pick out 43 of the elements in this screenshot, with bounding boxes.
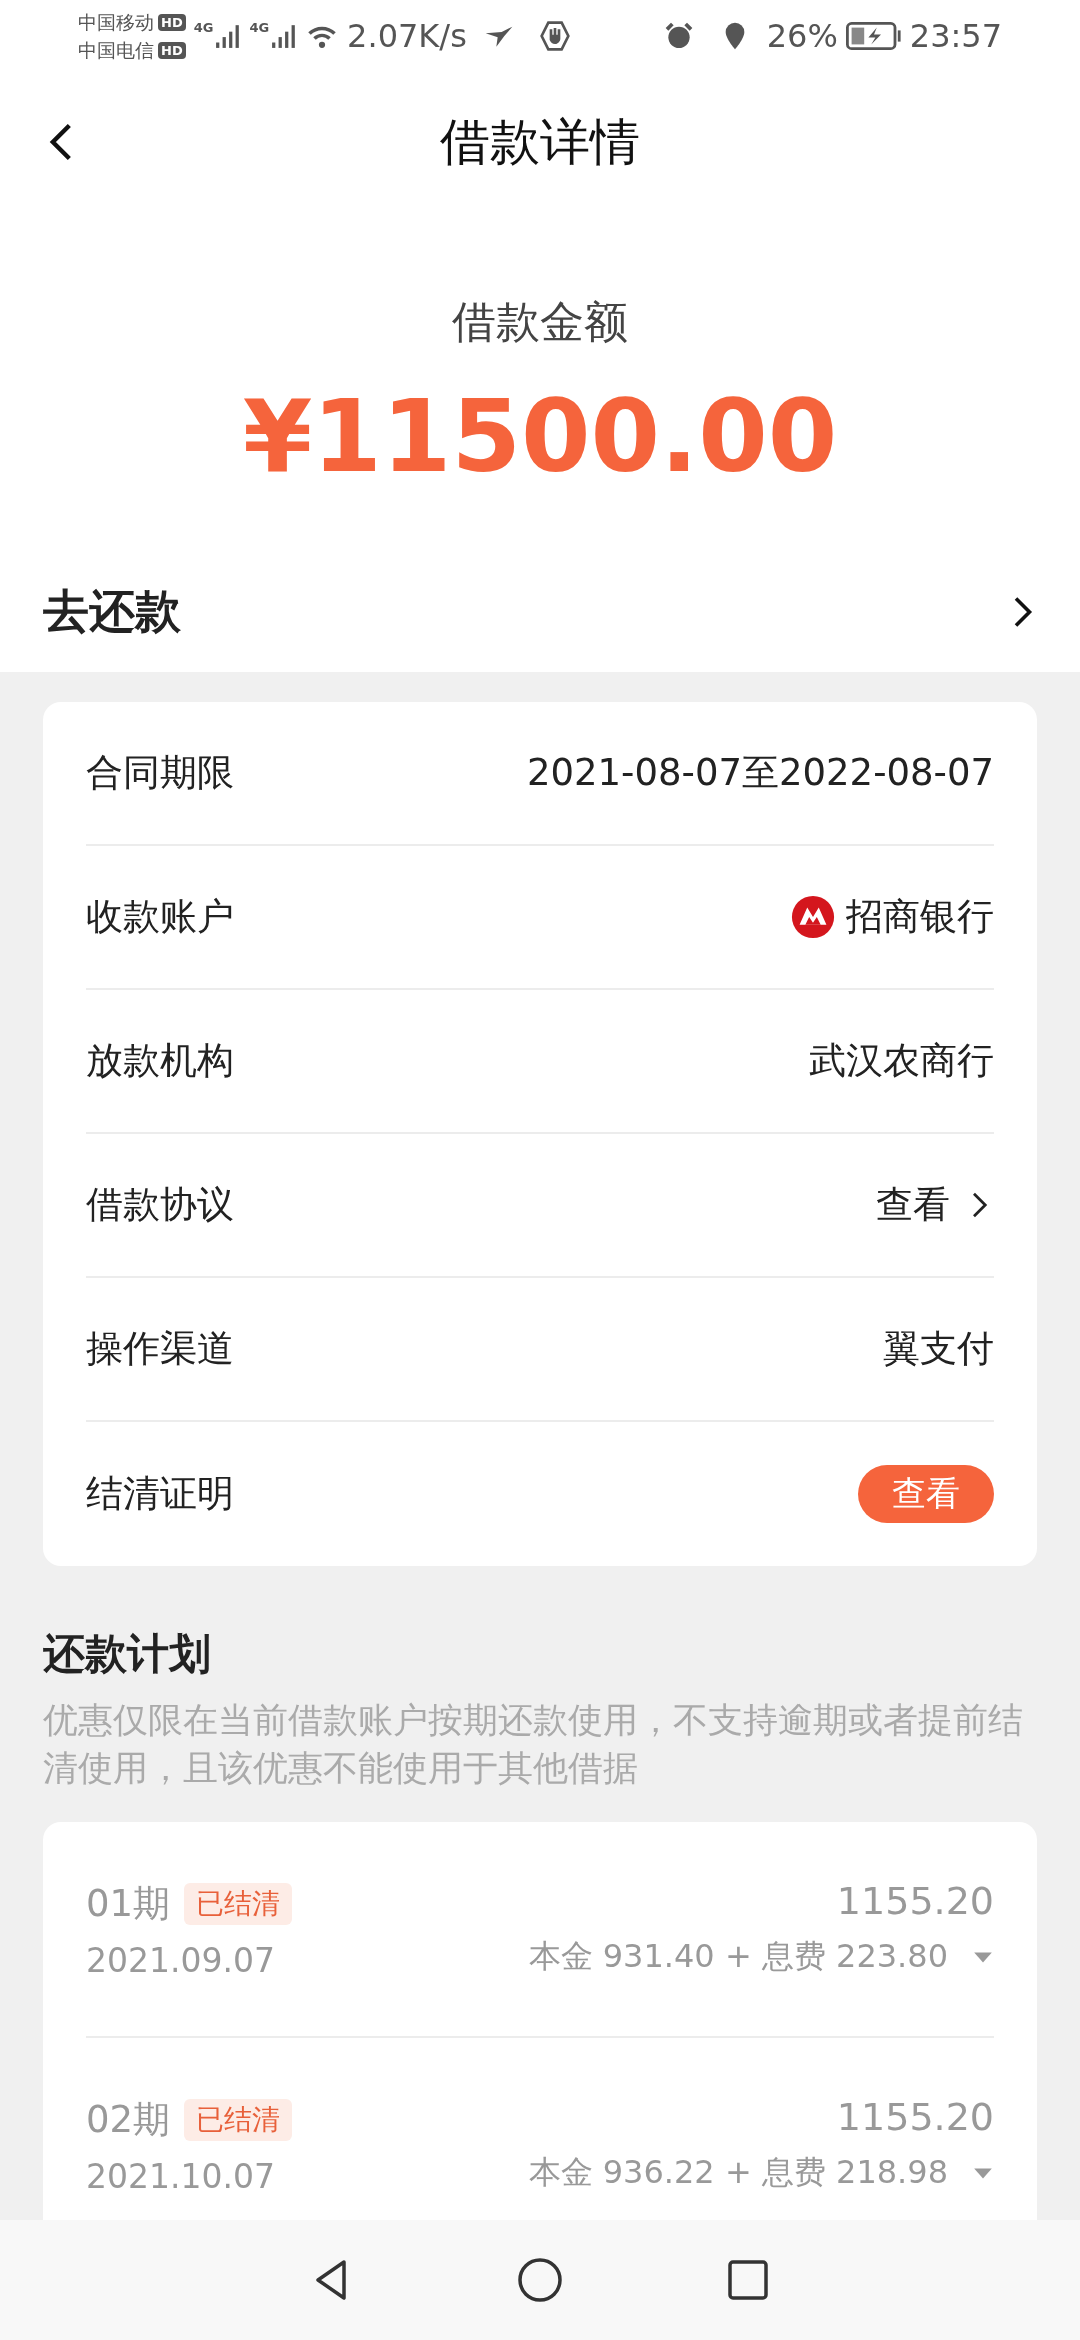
due-date: 2021.09.07: [86, 1940, 276, 1980]
due-date: 2021.10.07: [86, 2156, 276, 2196]
expand-icon[interactable]: [972, 1950, 994, 1964]
carrier-name: 中国电信: [78, 38, 154, 63]
period-label: 02期: [86, 2096, 171, 2143]
hd-badge: HD: [158, 13, 186, 31]
detail-value: 招商银行: [846, 894, 994, 940]
page-title: 借款详情: [440, 111, 640, 173]
view-link[interactable]: 查看: [876, 1180, 994, 1230]
signal-icon: [215, 22, 242, 50]
signal-icon: [271, 22, 298, 50]
detail-value: 武汉农商行: [809, 1038, 994, 1084]
network-speed: 2.07K/s: [347, 17, 467, 55]
detail-value: 翼支付: [883, 1326, 994, 1372]
period-label: 01期: [86, 1880, 171, 1927]
hand-icon: [538, 20, 571, 52]
detail-label: 结清证明: [86, 1471, 234, 1517]
status-tag: 已结清: [184, 2098, 293, 2141]
plan-note: 优惠仅限在当前借款账户按期还款使用，不支持逾期或者提前结清使用，且该优惠不能使用于其他借据: [43, 1699, 1024, 1790]
status-tag: 已结清: [184, 1882, 293, 1925]
network-type: 4G: [193, 20, 214, 35]
detail-label: 放款机构: [86, 1038, 234, 1084]
detail-label: 合同期限: [86, 750, 234, 796]
detail-label: 借款协议: [86, 1182, 234, 1228]
detail-label: 收款账户: [86, 894, 234, 940]
clock: 23:57: [909, 17, 1002, 55]
battery-icon: [845, 20, 902, 52]
amount-breakdown: 本金 936.22 + 息费 218.98: [528, 2152, 948, 2193]
home-nav-icon[interactable]: [516, 2256, 564, 2304]
section-title: 还款计划: [43, 1628, 212, 1680]
detail-value: 2021-08-07至2022-08-07: [526, 750, 994, 796]
hd-badge: HD: [158, 41, 186, 59]
bank-logo-icon: [790, 894, 836, 940]
expand-icon[interactable]: [972, 2166, 994, 2180]
detail-label: 操作渠道: [86, 1326, 234, 1372]
battery-level: 26%: [766, 17, 838, 55]
loan-amount: ¥11500.00: [242, 377, 838, 497]
carrier-name: 中国移动: [78, 10, 154, 35]
amount-breakdown: 本金 931.40 + 息费 223.80: [528, 1936, 948, 1977]
installment-amount: 1155.20: [836, 1879, 994, 1923]
installment-amount: 1155.20: [836, 2095, 994, 2139]
network-type: 4G: [249, 20, 270, 35]
amount-label: 借款金额: [452, 295, 628, 349]
